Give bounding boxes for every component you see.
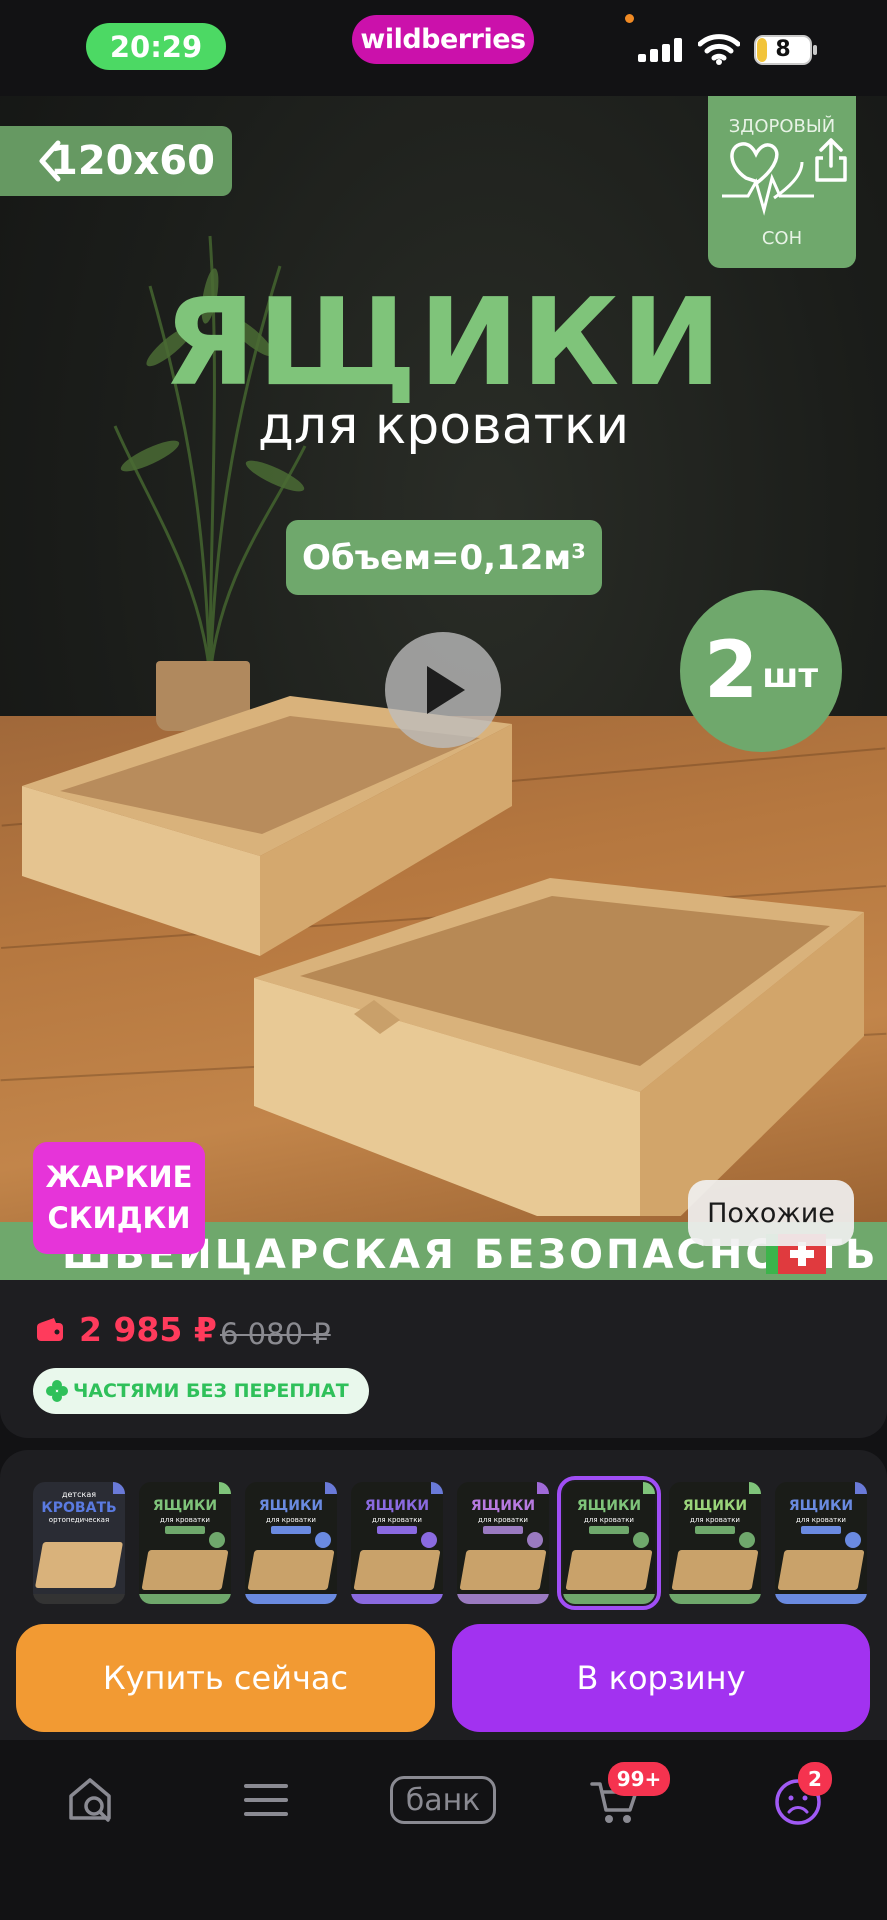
health-badge-bottom: СОН [761, 228, 803, 249]
thumbnail-drawers-7[interactable]: ЯЩИКИ для кроватки [775, 1482, 867, 1604]
thumb-sub: для кроватки [160, 1516, 210, 1524]
thumb-sub: для кроватки [372, 1516, 422, 1524]
product-image-gallery[interactable]: 120x60 ЗДОРОВЫЙ СОН ЯЩИКИ для кроватки О… [0, 96, 887, 1280]
thumb-sub: для кроватки [266, 1516, 316, 1524]
heart-pulse-icon [722, 142, 814, 216]
health-badge-top: ЗДОРОВЫЙ [728, 116, 836, 137]
battery-level: 8 [775, 37, 791, 62]
bank-label: банк [405, 1782, 481, 1818]
installment-badge[interactable]: ЧАСТЯМИ БЕЗ ПЕРЕПЛАТ [33, 1368, 369, 1414]
healthy-sleep-badge: ЗДОРОВЫЙ СОН [708, 96, 856, 268]
add-to-cart-button[interactable]: В корзину [452, 1624, 870, 1732]
size-tag: 120x60 [0, 126, 232, 196]
back-arrow-icon[interactable] [36, 139, 64, 183]
hot-badge-line1: ЖАРКИЕ [45, 1160, 193, 1194]
thumb-bed-sub: ортопедическая [48, 1516, 110, 1524]
battery-icon: 8 [754, 35, 820, 65]
thumb-title: ЯЩИКИ [576, 1498, 642, 1514]
volume-label: Объем=0,12м³ [286, 520, 602, 595]
mic-indicator-icon [625, 14, 634, 23]
status-time: 20:29 [86, 23, 226, 70]
similar-button[interactable]: Похожие [688, 1180, 854, 1246]
thumb-title: ЯЩИКИ [152, 1498, 218, 1514]
hero-headline: ЯЩИКИ [163, 274, 724, 413]
profile-notification-badge: 2 [798, 1762, 832, 1796]
thumb-sub: для кроватки [584, 1516, 634, 1524]
old-price: 6 080 ₽ [220, 1317, 331, 1351]
home-search-icon[interactable] [66, 1774, 116, 1824]
thumbnail-bed[interactable]: детская КРОВАТЬ ортопедическая [33, 1482, 125, 1604]
thumb-sub: для кроватки [796, 1516, 846, 1524]
clover-icon [46, 1380, 68, 1402]
thumbnail-drawers-6[interactable]: ЯЩИКИ для кроватки [669, 1482, 761, 1604]
hot-badge-line2: СКИДКИ [47, 1201, 191, 1235]
menu-icon[interactable] [244, 1782, 288, 1818]
wifi-icon [698, 34, 740, 65]
play-video-button[interactable] [385, 632, 501, 748]
quantity-unit: шт [762, 656, 819, 696]
cart-count-badge: 99+ [608, 1762, 670, 1796]
quantity-badge: 2 шт [680, 590, 842, 752]
wallet-icon [37, 1318, 63, 1341]
buy-now-button[interactable]: Купить сейчас [16, 1624, 435, 1732]
current-price: 2 985 ₽ [79, 1310, 217, 1349]
play-icon [427, 666, 465, 714]
cellular-signal-icon [638, 38, 682, 62]
thumb-bed-title: КРОВАТЬ [41, 1500, 117, 1516]
brand-logo[interactable]: wildberries [352, 15, 534, 64]
hot-discounts-badge[interactable]: ЖАРКИЕ СКИДКИ [33, 1142, 205, 1254]
thumbnail-drawers-1[interactable]: ЯЩИКИ для кроватки [139, 1482, 231, 1604]
installment-text: ЧАСТЯМИ БЕЗ ПЕРЕПЛАТ [73, 1380, 349, 1402]
thumbnail-drawers-3[interactable]: ЯЩИКИ для кроватки [351, 1482, 443, 1604]
thumb-title: ЯЩИКИ [788, 1498, 854, 1514]
status-bar: 20:29 wildberries 8 [0, 0, 887, 96]
thumb-title: ЯЩИКИ [258, 1498, 324, 1514]
thumb-title: ЯЩИКИ [682, 1498, 748, 1514]
thumbnail-drawers-2[interactable]: ЯЩИКИ для кроватки [245, 1482, 337, 1604]
thumb-bed-label: детская [61, 1490, 97, 1499]
thumb-sub: для кроватки [478, 1516, 528, 1524]
share-icon[interactable] [813, 136, 849, 184]
thumb-title: ЯЩИКИ [364, 1498, 430, 1514]
thumbnail-drawers-4[interactable]: ЯЩИКИ для кроватки [457, 1482, 549, 1604]
thumb-sub: для кроватки [690, 1516, 740, 1524]
tab-bar: банк 99+ 2 [0, 1740, 887, 1920]
hero-subline: для кроватки [257, 396, 630, 456]
bank-tab[interactable]: банк [390, 1776, 496, 1824]
quantity-number: 2 [703, 626, 759, 716]
price-section: 2 985 ₽ 6 080 ₽ ЧАСТЯМИ БЕЗ ПЕРЕПЛАТ [0, 1280, 887, 1438]
thumb-title: ЯЩИКИ [470, 1498, 536, 1514]
thumbnail-drawers-5-selected[interactable]: ЯЩИКИ для кроватки [557, 1476, 661, 1610]
